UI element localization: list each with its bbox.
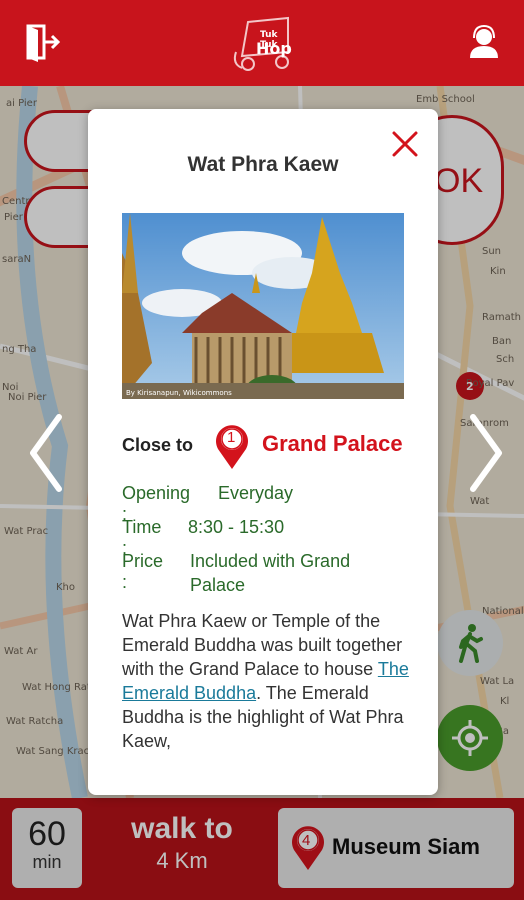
app-logo: Tuk Tuk Hop — [228, 12, 298, 74]
close-to-row: Close to 1 Grand Palace — [122, 421, 422, 471]
price-key: Price : — [122, 551, 164, 592]
next-arrow[interactable] — [462, 408, 512, 498]
place-detail-modal: Wat Phra Kaew By Kirisanapun, Wikicommon… — [88, 109, 438, 795]
user-headset-icon[interactable] — [460, 18, 508, 66]
close-to-place[interactable]: Grand Palace — [262, 431, 403, 457]
close-to-number: 1 — [227, 429, 236, 446]
place-description: Wat Phra Kaew or Temple of the Emerald B… — [122, 609, 412, 753]
chevron-right-icon — [470, 414, 502, 492]
place-photo: By Kirisanapun, Wikicommons — [122, 213, 404, 399]
app-header: Tuk Tuk Hop — [0, 0, 524, 86]
photo-credit: By Kirisanapun, Wikicommons — [126, 389, 232, 397]
price-value-line2: Palace — [190, 575, 246, 595]
price-value-line1: Included with Grand — [190, 551, 351, 571]
chevron-left-icon — [30, 414, 62, 492]
close-to-label: Close to — [122, 435, 194, 455]
previous-arrow[interactable] — [20, 408, 70, 498]
logo-line2: Hop — [256, 39, 292, 58]
exit-door-icon[interactable] — [18, 18, 66, 66]
description-text: Wat Phra Kaew or Temple of the Emerald B… — [122, 611, 403, 679]
time-value: 8:30 - 15:30 — [188, 517, 285, 537]
opening-value: Everyday — [218, 483, 294, 503]
place-title: Wat Phra Kaew — [187, 153, 339, 176]
location-pin-icon: 1 — [212, 421, 252, 471]
